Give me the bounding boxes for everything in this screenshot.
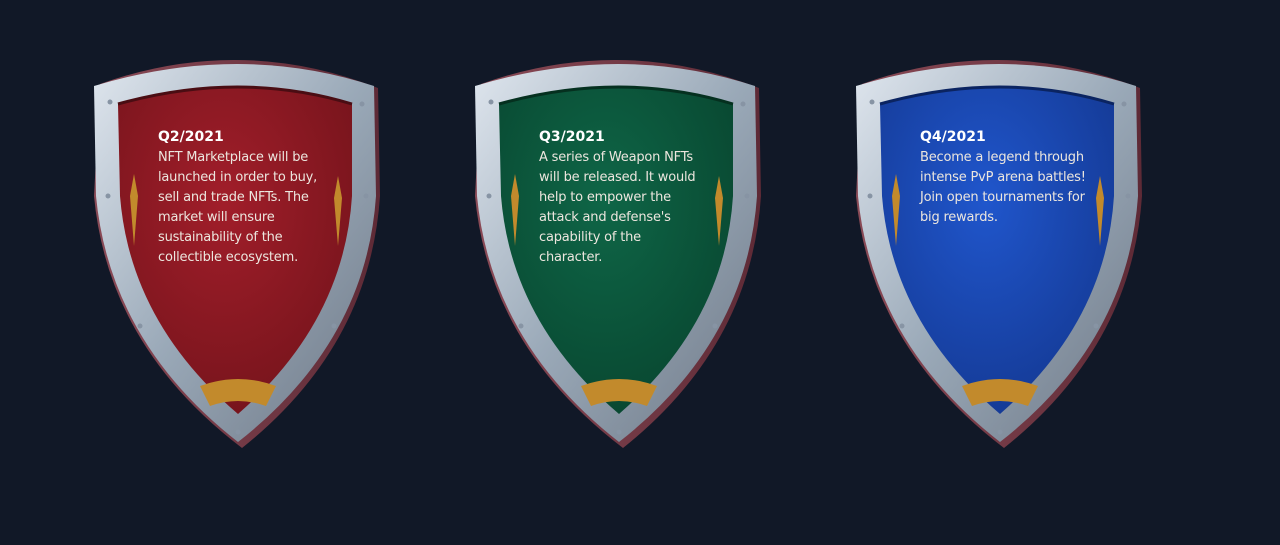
roadmap-card-q4: Q4/2021 Become a legend through intense … (852, 46, 1148, 450)
roadmap-card-q2: Q2/2021 NFT Marketplace will be launched… (90, 46, 386, 450)
quarter-title: Q4/2021 (920, 129, 986, 145)
quarter-description: NFT Marketplace will be launched in orde… (158, 150, 318, 265)
quarter-description: A series of Weapon NFTs will be released… (539, 150, 696, 265)
roadmap-section: Q2/2021 NFT Marketplace will be launched… (0, 0, 1280, 545)
quarter-title: Q3/2021 (539, 129, 605, 145)
roadmap-card-q3: Q3/2021 A series of Weapon NFTs will be … (471, 46, 767, 450)
blue-shield-icon (856, 59, 1142, 448)
quarter-description: Become a legend through intense PvP aren… (920, 150, 1086, 225)
quarter-title: Q2/2021 (158, 129, 224, 145)
